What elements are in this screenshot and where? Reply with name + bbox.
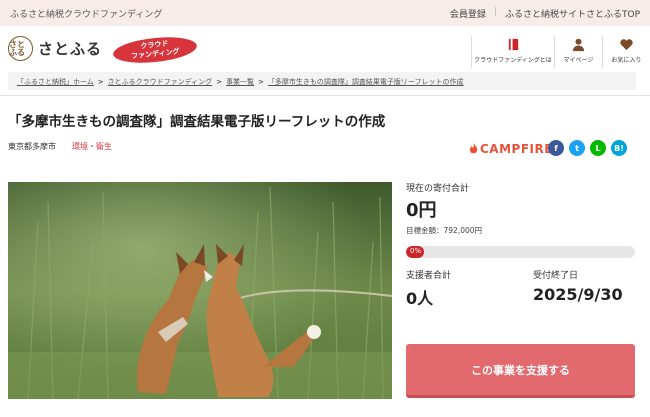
- nav-about-crowdfunding[interactable]: クラウドファンディングとは: [471, 36, 554, 68]
- breadcrumb-home[interactable]: 「ふるさと納税」ホーム: [17, 78, 94, 86]
- nav-favorites[interactable]: お気に入り: [602, 36, 650, 68]
- satofull-top-link[interactable]: ふるさと納税サイトさとふるTOP: [505, 7, 640, 20]
- person-icon: [572, 38, 585, 52]
- fox-photo: [8, 182, 392, 399]
- hatena-icon[interactable]: B!: [611, 140, 627, 156]
- site-logo[interactable]: さとふる: [38, 38, 102, 59]
- breadcrumb-separator: >: [216, 78, 223, 86]
- nav-label: クラウドファンディングとは: [474, 57, 552, 64]
- breadcrumb-separator: >: [258, 78, 264, 86]
- heart-icon: [620, 39, 633, 51]
- share-buttons: f t L B!: [548, 140, 627, 156]
- breadcrumb-crowdfunding[interactable]: さとふるクラウドファンディング: [108, 78, 213, 86]
- member-register-link[interactable]: 会員登録: [450, 7, 486, 20]
- facebook-icon[interactable]: f: [548, 140, 564, 156]
- progress-percent: 0%: [410, 247, 422, 255]
- supporters-value: 0人: [406, 289, 434, 308]
- deadline-label: 受付終了日: [533, 271, 579, 281]
- goal-amount: 目標金額：792,000円: [406, 226, 483, 235]
- link-separator: |: [493, 7, 497, 17]
- nav-label: マイページ: [563, 57, 594, 64]
- supporters-label: 支援者合計: [406, 271, 452, 281]
- category-tag[interactable]: 環境・衛生: [72, 141, 112, 152]
- top-links: 会員登録 | ふるさと納税サイトさとふるTOP: [450, 7, 640, 20]
- top-bar: ふるさと納税クラウドファンディング 会員登録 | ふるさと納税サイトさとふるTO…: [0, 0, 650, 26]
- breadcrumb: 「ふるさと納税」ホーム > さとふるクラウドファンディング > 事業一覧 > 「多摩市生きも…: [8, 72, 636, 90]
- municipality-link[interactable]: 東京都多摩市: [8, 141, 56, 152]
- progress-bar: 0%: [406, 246, 635, 258]
- divider: [0, 95, 650, 96]
- crowdfunding-badge[interactable]: クラウド ファンディング: [111, 33, 199, 67]
- campfire-logo[interactable]: CAMPFIRE: [469, 142, 553, 156]
- campfire-text: CAMPFIRE: [480, 142, 553, 156]
- breadcrumb-current[interactable]: 「多摩市生きもの調査隊」調査結果電子版リーフレットの作成: [268, 78, 464, 86]
- site-tagline: ふるさと納税クラウドファンディング: [10, 10, 163, 20]
- header-nav: クラウドファンディングとは マイページ お気に入り: [471, 36, 650, 68]
- page-title: 「多摩市生きもの調査隊」調査結果電子版リーフレットの作成: [8, 114, 386, 130]
- line-icon[interactable]: L: [590, 140, 606, 156]
- flame-icon: [469, 143, 478, 154]
- current-donation-value: 0円: [406, 200, 437, 221]
- book-icon: [508, 38, 518, 51]
- twitter-icon[interactable]: t: [569, 140, 585, 156]
- logo-seal[interactable]: さと ふる: [8, 36, 33, 61]
- nav-mypage[interactable]: マイページ: [554, 36, 602, 68]
- project-hero-image: [8, 182, 392, 399]
- breadcrumb-projects[interactable]: 事業一覧: [226, 78, 254, 86]
- breadcrumb-separator: >: [97, 78, 104, 86]
- support-project-button[interactable]: この事業を支援する: [406, 344, 635, 398]
- deadline-value: 2025/9/30: [533, 285, 623, 304]
- current-donation-label: 現在の寄付合計: [406, 184, 470, 194]
- nav-label: お気に入り: [611, 57, 642, 64]
